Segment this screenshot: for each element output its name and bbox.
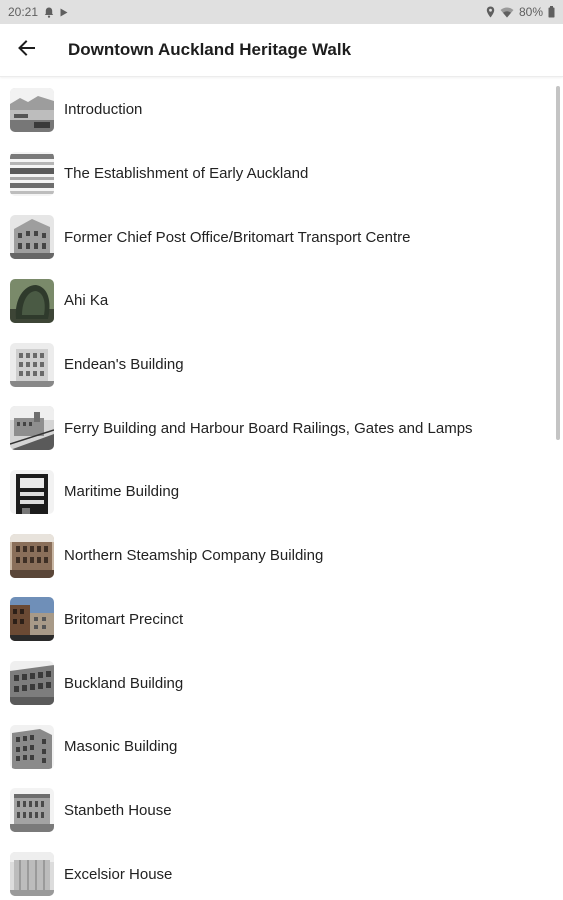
back-button[interactable] [0,24,52,76]
list-item-label: Ahi Ka [64,292,109,310]
ferry-building-photo-icon [10,406,54,451]
list-item-maritime-building[interactable]: Maritime Building [0,460,563,524]
harbour-photo-icon [10,87,54,132]
list-item-label: Maritime Building [64,483,180,501]
building-photo-icon [10,661,54,706]
list-item-label: Former Chief Post Office/Britomart Trans… [64,228,411,246]
list-item-buckland-building[interactable]: Buckland Building [0,651,563,715]
list-item-introduction[interactable]: Introduction [0,78,563,142]
list-item-label: Northern Steamship Company Building [64,547,324,565]
building-photo-icon [10,342,54,387]
list-item-early-auckland[interactable]: The Establishment of Early Auckland [0,142,563,206]
list-item-post-office[interactable]: Former Chief Post Office/Britomart Trans… [0,205,563,269]
historic-map-icon [10,151,54,196]
battery-icon [548,6,555,18]
scrollbar[interactable] [556,86,560,440]
location-icon [486,6,495,18]
status-bar: 20:21 80% [0,0,563,24]
app-bar: Downtown Auckland Heritage Walk [0,24,563,77]
list-item-label: Endean's Building [64,356,184,374]
list-item-ferry-building[interactable]: Ferry Building and Harbour Board Railing… [0,396,563,460]
building-photo-icon [10,852,54,897]
list-item-masonic-building[interactable]: Masonic Building [0,715,563,779]
page-title: Downtown Auckland Heritage Walk [68,40,352,59]
status-time: 20:21 [8,5,39,19]
building-photo-icon [10,788,54,833]
list-item-label: Ferry Building and Harbour Board Railing… [64,419,473,437]
stops-list[interactable]: Introduction The Establishment of Early … [0,78,563,900]
list-item-britomart-precinct[interactable]: Britomart Precinct [0,588,563,652]
list-item-endeans-building[interactable]: Endean's Building [0,333,563,397]
status-left: 20:21 [8,5,68,19]
list-item-label: Masonic Building [64,738,178,756]
list-item-label: The Establishment of Early Auckland [64,165,309,183]
list-item-label: Excelsior House [64,865,173,883]
list-item-label: Stanbeth House [64,801,172,819]
arrow-back-icon [17,39,35,62]
list-item-ahi-ka[interactable]: Ahi Ka [0,269,563,333]
list-item-label: Buckland Building [64,674,184,692]
post-office-photo-icon [10,215,54,260]
list-item-excelsior-house[interactable]: Excelsior House [0,842,563,900]
play-icon [60,8,68,17]
building-photo-icon [10,724,54,769]
status-right: 80% [486,5,555,19]
notification-bell-icon [44,7,54,18]
list-item-stanbeth-house[interactable]: Stanbeth House [0,779,563,843]
building-photo-icon [10,469,54,514]
list-item-label: Introduction [64,101,143,119]
precinct-photo-icon [10,597,54,642]
sculpture-photo-icon [10,278,54,323]
battery-text: 80% [518,5,543,19]
list-item-northern-steamship[interactable]: Northern Steamship Company Building [0,524,563,588]
wifi-icon [500,7,514,18]
building-photo-icon [10,533,54,578]
list-item-label: Britomart Precinct [64,610,184,628]
